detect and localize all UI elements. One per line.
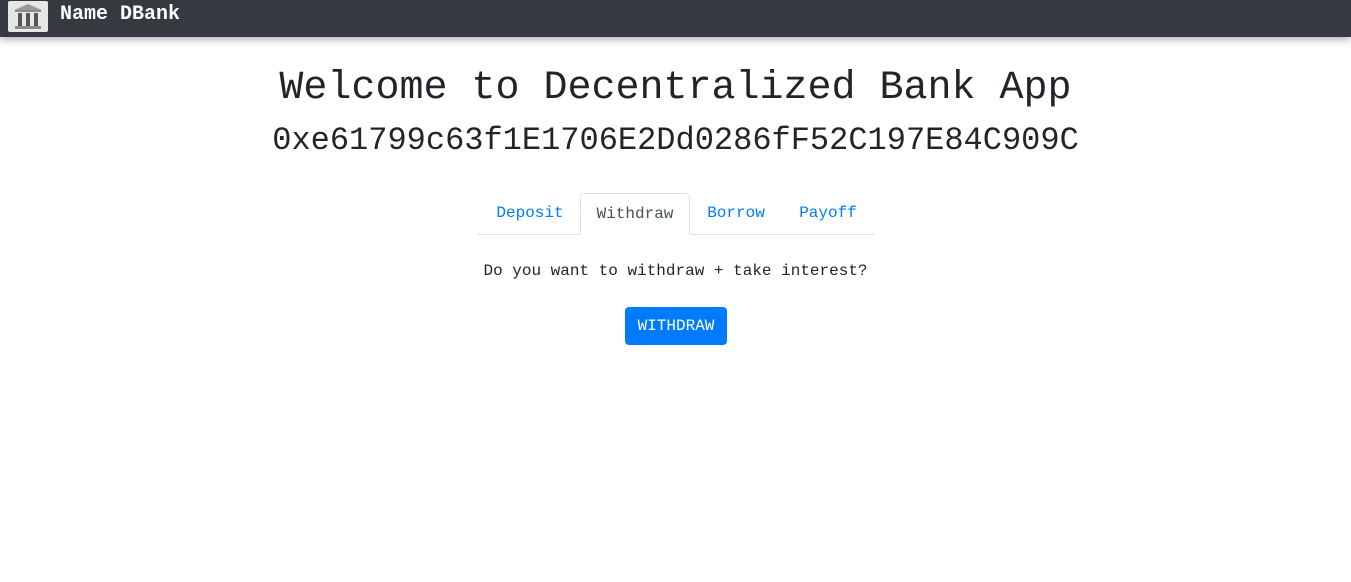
action-tabs: Deposit Withdraw Borrow Payoff bbox=[478, 193, 874, 235]
account-address: 0xe61799c63f1E1706E2Dd0286fF52C197E84C90… bbox=[272, 122, 1079, 159]
withdraw-button[interactable]: WITHDRAW bbox=[625, 307, 727, 345]
top-navbar: Name DBank bbox=[0, 0, 1351, 37]
tab-borrow[interactable]: Borrow bbox=[690, 193, 782, 234]
tab-withdraw[interactable]: Withdraw bbox=[580, 193, 690, 235]
bank-building-icon[interactable] bbox=[8, 1, 48, 32]
page-title: Welcome to Decentralized Bank App bbox=[279, 66, 1072, 111]
brand-name[interactable]: Name DBank bbox=[60, 4, 180, 26]
tab-deposit[interactable]: Deposit bbox=[480, 193, 580, 234]
withdraw-prompt: Do you want to withdraw + take interest? bbox=[483, 262, 868, 280]
tab-payoff[interactable]: Payoff bbox=[782, 193, 874, 234]
